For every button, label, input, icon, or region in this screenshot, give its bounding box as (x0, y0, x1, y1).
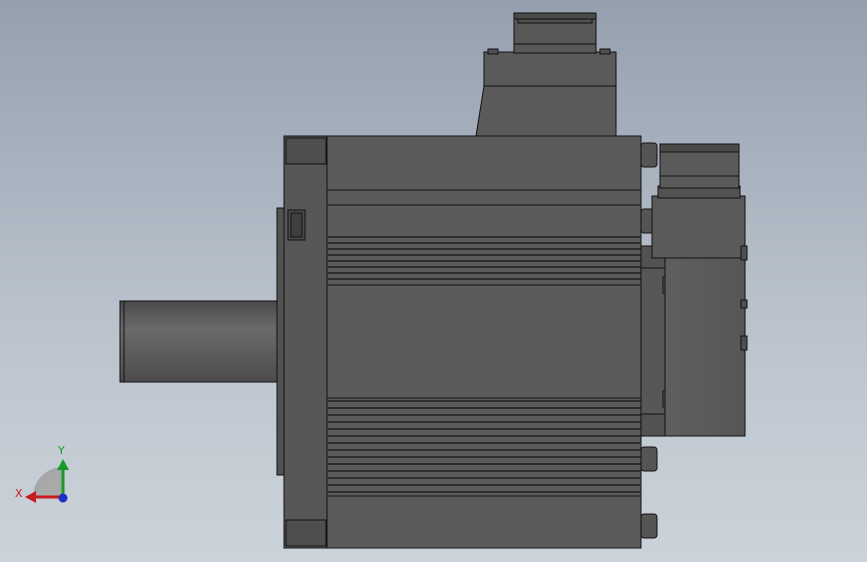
fin-line (327, 463, 641, 465)
fin-line (327, 435, 641, 437)
fin-line (327, 442, 641, 444)
x-axis-label: X (15, 487, 23, 500)
fin-line (327, 254, 641, 256)
encoder-housing[interactable] (651, 195, 748, 437)
fin-line (327, 477, 641, 479)
y-axis-label: Y (57, 444, 65, 457)
fin-line (327, 449, 641, 451)
front-flange[interactable] (283, 135, 329, 549)
fin-line (327, 491, 641, 493)
z-axis-dot (58, 493, 68, 503)
fin-line (327, 248, 641, 250)
fin-line (327, 456, 641, 458)
fin-line (327, 266, 641, 268)
axis-triad: Y X (15, 444, 69, 503)
fin-line (327, 272, 641, 274)
x-axis-arrowhead (25, 491, 36, 503)
fin-line (327, 260, 641, 262)
servo-motor-model[interactable]: Y X (0, 0, 867, 562)
fin-line (327, 428, 641, 430)
fin-line (327, 400, 641, 402)
fin-line (327, 470, 641, 472)
output-shaft[interactable] (119, 300, 281, 383)
fin-line (327, 236, 641, 238)
power-connector[interactable] (475, 12, 617, 137)
fin-line (327, 414, 641, 416)
fin-line (327, 421, 641, 423)
cad-viewport[interactable]: Y X (0, 0, 867, 562)
motor-body[interactable] (326, 135, 642, 549)
fin-line (327, 242, 641, 244)
fin-line (327, 407, 641, 409)
encoder-connector[interactable] (657, 143, 741, 199)
fin-line (327, 278, 641, 280)
y-axis-arrowhead (57, 459, 69, 470)
fin-line (327, 484, 641, 486)
